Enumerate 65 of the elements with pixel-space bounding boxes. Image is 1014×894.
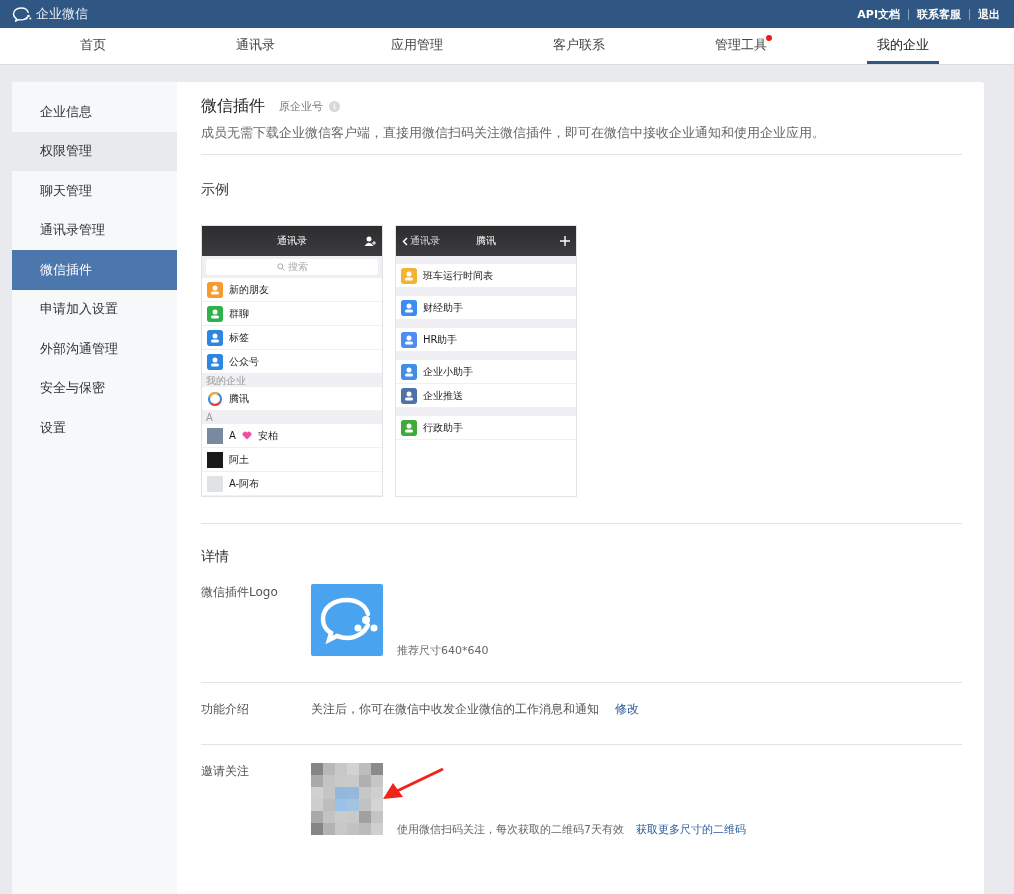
avatar-placeholder <box>207 451 223 468</box>
search-icon <box>276 263 285 271</box>
section-header: A <box>202 411 382 424</box>
subtitle: 原企业号 <box>279 99 323 114</box>
info-icon[interactable] <box>329 101 340 112</box>
contact-name: 班车运行时间表 <box>423 268 493 283</box>
contact-name: 财经助手 <box>423 300 463 315</box>
phone-title: 腾讯 <box>476 234 496 248</box>
section-heading: 示例 <box>201 181 230 199</box>
feature-description: 关注后，你可在微信中收发企业微信的工作消息和通知 <box>311 701 599 718</box>
back-icon <box>402 236 408 246</box>
sidebar-item[interactable]: 设置 <box>12 408 177 448</box>
field-label: 功能介绍 <box>201 701 250 718</box>
heart-icon <box>241 431 252 440</box>
size-hint: 推荐尺寸640*640 <box>397 643 489 658</box>
contact-name: 腾讯 <box>229 391 249 406</box>
field-label: 邀请关注 <box>201 763 250 780</box>
sidebar-item[interactable]: 通讯录管理 <box>12 210 177 250</box>
header-link[interactable]: 退出 <box>978 6 1000 22</box>
sidebar-item[interactable]: 权限管理 <box>12 131 177 171</box>
contact-name: 企业推送 <box>423 388 463 403</box>
section-header: 我的企业 <box>202 374 382 387</box>
nav-tab[interactable]: 应用管理 <box>381 28 453 64</box>
phone-title: 通讯录 <box>277 234 307 248</box>
back-label: 通讯录 <box>410 234 440 248</box>
nav-tab[interactable]: 我的企业 <box>867 28 939 64</box>
blurred-qr-code <box>311 763 383 835</box>
contact-name: A <box>229 430 236 441</box>
sidebar-item[interactable]: 聊天管理 <box>12 171 177 211</box>
edit-link[interactable]: 修改 <box>615 701 639 718</box>
avatar-placeholder <box>207 427 223 444</box>
sidebar-item[interactable]: 微信插件 <box>12 250 177 290</box>
sidebar-item[interactable]: 外部沟通管理 <box>12 329 177 369</box>
contact-name: HR助手 <box>423 332 458 347</box>
contact-name: 阿土 <box>229 452 249 467</box>
nav-tab[interactable]: 客户联系 <box>543 28 615 64</box>
contact-name: 群聊 <box>229 306 249 321</box>
contact-name: 标签 <box>229 330 249 345</box>
qr-hint: 使用微信扫码关注，每次获取的二维码7天有效 <box>397 822 624 837</box>
contact-name: 安柏 <box>257 428 278 443</box>
nav-tab[interactable]: 通讯录 <box>225 28 285 64</box>
contact-name: 企业小助手 <box>423 364 473 379</box>
plus-icon <box>560 236 570 246</box>
add-contact-icon <box>364 236 376 246</box>
nav-tab[interactable]: 首页 <box>70 28 116 64</box>
contact-name: 公众号 <box>229 354 259 369</box>
field-label: 微信插件Logo <box>201 584 279 601</box>
app-name: 企业微信 <box>36 5 88 23</box>
page-title: 微信插件 <box>201 96 265 117</box>
description: 成员无需下载企业微信客户端，直接用微信扫码关注微信插件，即可在微信中接收企业通知和使用企业应用。 <box>201 125 962 155</box>
section-heading: 详情 <box>201 548 230 566</box>
logo-icon <box>207 390 223 407</box>
plugin-logo <box>311 584 383 656</box>
contact-name: 行政助手 <box>423 420 463 435</box>
qr-sizes-link[interactable]: 获取更多尺寸的二维码 <box>636 822 746 837</box>
header-link[interactable]: 联系客服 <box>917 6 961 22</box>
avatar-placeholder <box>207 475 223 492</box>
sidebar-item[interactable]: 安全与保密 <box>12 368 177 408</box>
sidebar-item[interactable]: 企业信息 <box>12 92 177 132</box>
contact-name: A-阿布 <box>229 476 260 491</box>
sidebar-item[interactable]: 申请加入设置 <box>12 289 177 329</box>
contact-name: 新的朋友 <box>229 282 269 297</box>
nav-tab[interactable]: 管理工具 <box>705 28 777 64</box>
logo-icon <box>12 6 32 22</box>
header-link[interactable]: API文档 <box>857 6 900 22</box>
